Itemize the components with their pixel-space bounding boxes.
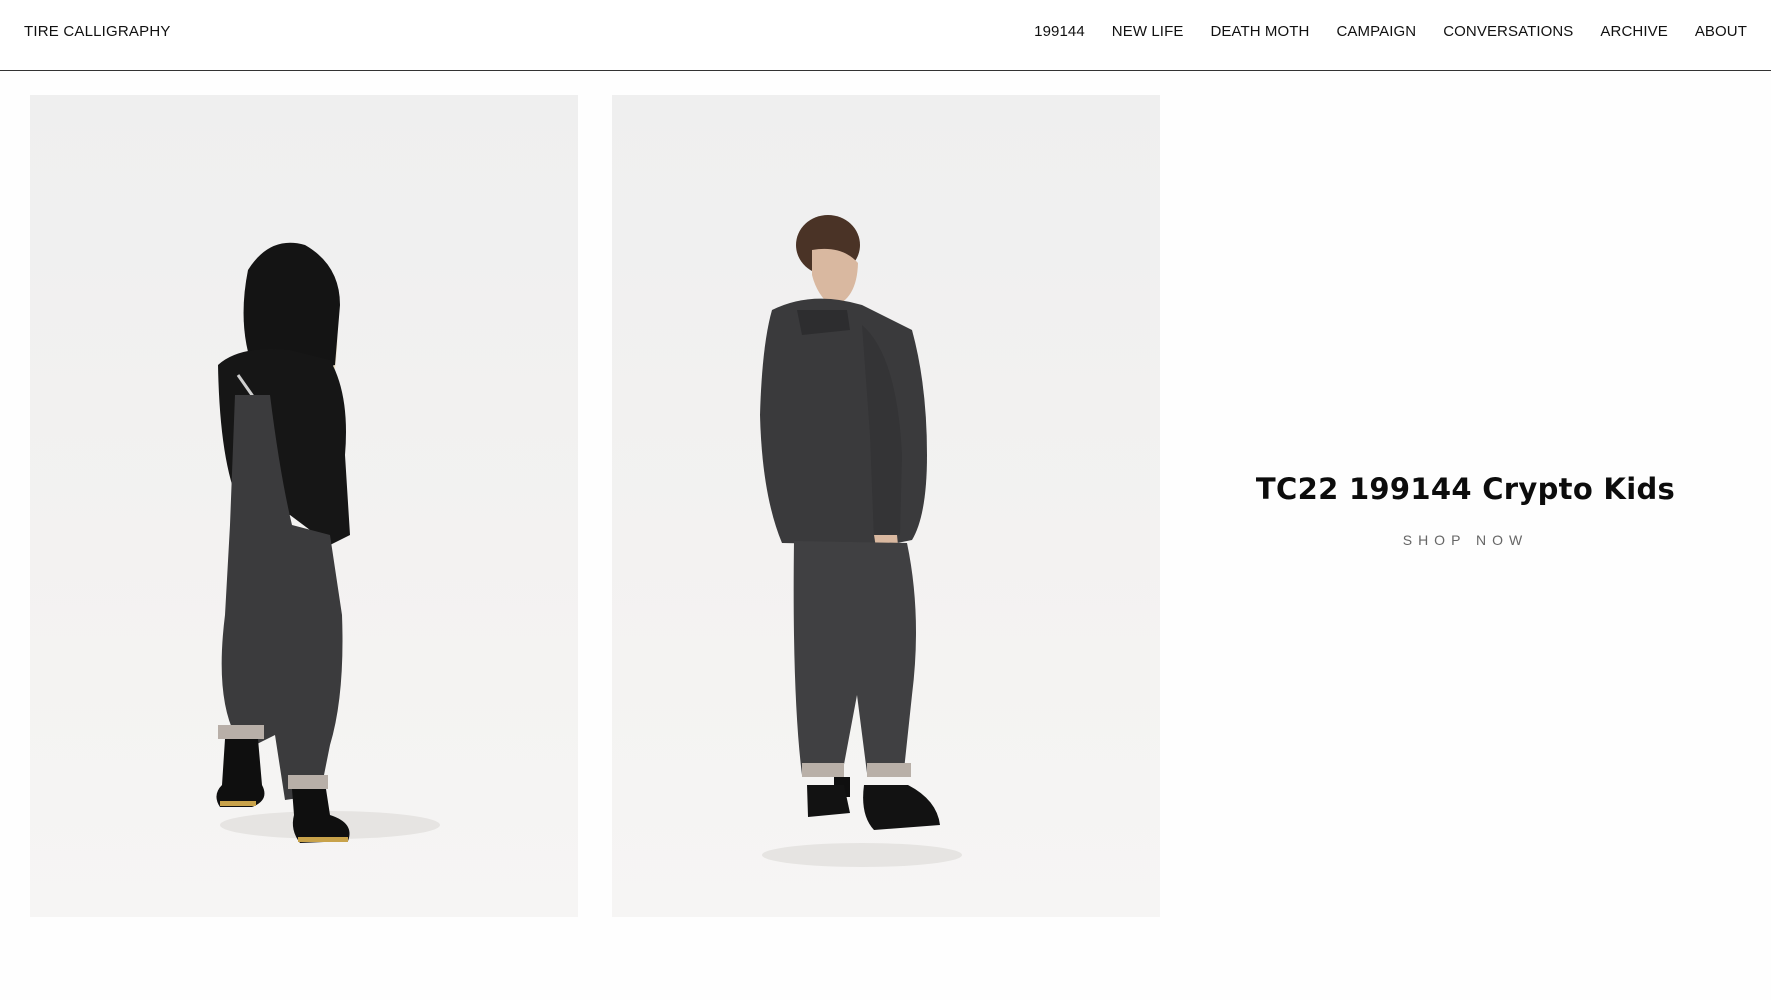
nav-item-conversations[interactable]: CONVERSATIONS xyxy=(1443,23,1573,40)
nav-item-new-life[interactable]: NEW LIFE xyxy=(1112,23,1184,40)
nav-item-199144[interactable]: 199144 xyxy=(1034,23,1085,40)
nav-item-about[interactable]: ABOUT xyxy=(1695,23,1747,40)
brand-logo-link[interactable]: TIRE CALLIGRAPHY xyxy=(24,23,171,40)
model-jacket-illustration xyxy=(760,215,962,867)
product-photo-jacket[interactable] xyxy=(612,95,1160,917)
site-header: TIRE CALLIGRAPHY 199144 NEW LIFE DEATH M… xyxy=(0,0,1771,71)
model-overalls-illustration xyxy=(216,242,440,843)
product-photo-overalls[interactable] xyxy=(30,95,578,917)
nav-item-campaign[interactable]: CAMPAIGN xyxy=(1337,23,1417,40)
nav-item-archive[interactable]: ARCHIVE xyxy=(1600,23,1667,40)
main-nav: 199144 NEW LIFE DEATH MOTH CAMPAIGN CONV… xyxy=(1034,23,1747,40)
collection-title: TC22 199144 Crypto Kids xyxy=(1255,472,1676,506)
nav-item-death-moth[interactable]: DEATH MOTH xyxy=(1210,23,1309,40)
collection-promo: TC22 199144 Crypto Kids SHOP NOW xyxy=(1160,472,1771,550)
shop-now-link[interactable]: SHOP NOW xyxy=(1403,532,1529,548)
